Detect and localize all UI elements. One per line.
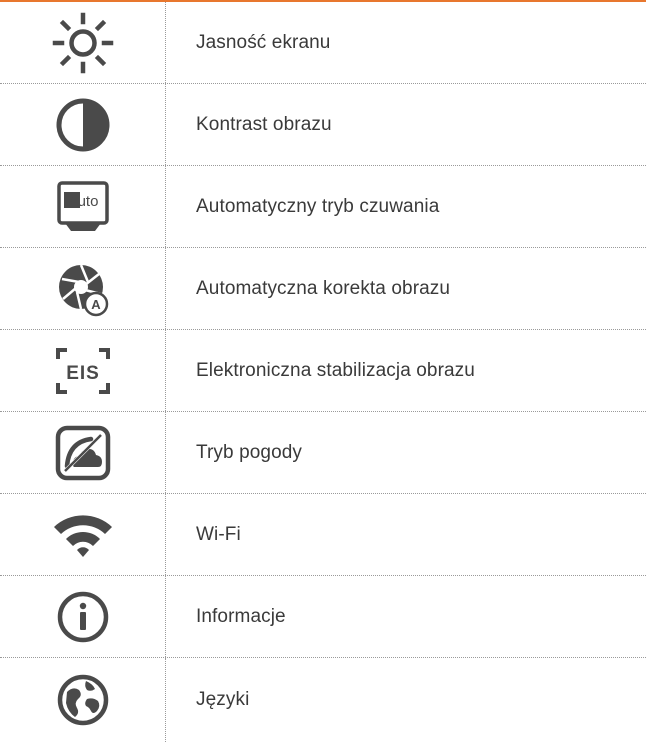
row-label: Tryb pogody	[196, 441, 303, 463]
row-label: Elektroniczna stabilizacja obrazu	[196, 359, 475, 381]
row-label: Automatyczna korekta obrazu	[196, 277, 451, 299]
table-row-info: Informacje	[0, 576, 646, 658]
table-row-auto-correction: A Automatyczna korekta obrazu	[0, 248, 646, 330]
icon-cell	[0, 658, 166, 742]
table-row-languages: Języki	[0, 658, 646, 742]
settings-icon-table: Jasność ekranu Kontrast obrazu Auto Auto…	[0, 2, 646, 742]
table-row-eis: EIS Elektroniczna stabilizacja obrazu	[0, 330, 646, 412]
icon-cell: A	[0, 248, 166, 329]
eis-stabilization-icon: EIS	[55, 347, 110, 394]
auto-icon-text: Auto	[67, 193, 98, 210]
row-label: Języki	[196, 689, 250, 710]
icon-cell	[0, 576, 166, 657]
table-row-wifi: Wi-Fi	[0, 494, 646, 576]
globe-language-icon	[57, 674, 108, 726]
contrast-icon	[56, 98, 109, 151]
sun-brightness-icon	[52, 12, 113, 73]
row-label: Automatyczny tryb czuwania	[196, 195, 440, 217]
icon-cell	[0, 2, 166, 83]
aperture-auto-correction-icon: A	[58, 264, 108, 316]
table-row-auto-standby: Auto Automatyczny tryb czuwania	[0, 166, 646, 248]
wifi-icon	[53, 514, 112, 557]
row-label: Informacje	[196, 605, 286, 627]
row-label: Kontrast obrazu	[196, 113, 332, 135]
auto-standby-monitor-icon: Auto	[56, 180, 109, 231]
icon-cell	[0, 494, 166, 575]
icon-cell	[0, 84, 166, 165]
auto-correction-icon-text: A	[91, 297, 101, 312]
row-label: Jasność ekranu	[196, 31, 331, 53]
eis-icon-text: EIS	[66, 363, 100, 384]
icon-cell	[0, 412, 166, 493]
table-row-weather: Tryb pogody	[0, 412, 646, 494]
info-icon	[57, 591, 108, 642]
row-label: Wi-Fi	[196, 523, 241, 545]
weather-mode-icon	[55, 425, 110, 480]
table-row-brightness: Jasność ekranu	[0, 2, 646, 84]
icon-cell: Auto	[0, 166, 166, 247]
icon-cell: EIS	[0, 330, 166, 411]
table-row-contrast: Kontrast obrazu	[0, 84, 646, 166]
